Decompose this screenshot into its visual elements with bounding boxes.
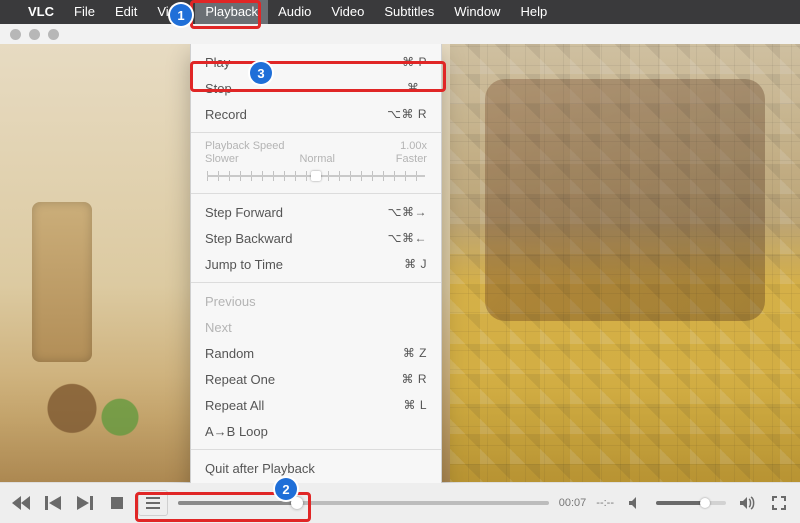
menu-label: Record [205,107,247,122]
time-total: --:-- [596,497,614,509]
fullscreen-button[interactable] [768,493,790,513]
traffic-close-icon[interactable] [10,29,21,40]
menu-label: Play [205,55,230,70]
menu-label: Repeat All [205,398,264,413]
speed-slower: Slower [205,153,239,165]
speed-normal: Normal [299,153,334,165]
menu-shortcut: ⌘ . [407,81,427,95]
menu-shortcut: ⌥⌘← [388,231,427,245]
next-track-button[interactable] [74,493,96,513]
menu-shortcut: ⌘ R [402,372,428,386]
menu-label: A→B Loop [205,424,268,439]
menu-separator [191,132,441,133]
menu-next: Next [191,314,441,340]
playback-speed: Playback Speed 1.00x Slower Normal Faste… [191,138,441,188]
menu-shortcut: ⌘ P [402,55,427,69]
annotation-badge-1: 1 [170,4,192,26]
menubar-item-subtitles[interactable]: Subtitles [374,0,444,24]
menu-label: Previous [205,294,256,309]
playlist-button[interactable] [138,490,168,516]
menubar-item-audio[interactable]: Audio [268,0,321,24]
menu-record[interactable]: Record ⌥⌘ R [191,101,441,127]
menu-label: Next [205,320,232,335]
menu-label: Stop [205,81,232,96]
menu-shortcut: ⌥⌘→ [388,205,427,219]
menu-jump-to-time[interactable]: Jump to Time ⌘ J [191,251,441,277]
playback-dropdown: Play ⌘ P Stop ⌘ . Record ⌥⌘ R Playback S… [190,44,442,483]
menubar-item-window[interactable]: Window [444,0,510,24]
menu-shortcut: ⌥⌘ R [387,107,427,121]
menu-random[interactable]: Random ⌘ Z [191,340,441,366]
menu-play[interactable]: Play ⌘ P [191,49,441,75]
menubar-item-playback[interactable]: Playback [195,0,268,24]
menu-label: Quit after Playback [205,461,315,476]
menubar-item-video[interactable]: Video [321,0,374,24]
stop-button[interactable] [106,493,128,513]
menu-repeat-all[interactable]: Repeat All ⌘ L [191,392,441,418]
pixelated-region [450,44,800,483]
menu-stop[interactable]: Stop ⌘ . [191,75,441,101]
player-controls: 00:07 --:-- [0,482,800,523]
video-area[interactable]: Play ⌘ P Stop ⌘ . Record ⌥⌘ R Playback S… [0,44,800,483]
menu-label: Random [205,346,254,361]
volume-high-icon[interactable] [736,493,758,513]
vlc-window: Play ⌘ P Stop ⌘ . Record ⌥⌘ R Playback S… [0,24,800,523]
time-elapsed: 00:07 [559,497,587,509]
menu-separator [191,282,441,283]
menu-ab-loop[interactable]: A→B Loop [191,418,441,444]
annotation-badge-3: 3 [250,62,272,84]
traffic-zoom-icon[interactable] [48,29,59,40]
seek-slider[interactable] [178,494,549,512]
menu-previous: Previous [191,288,441,314]
menu-separator [191,193,441,194]
speed-value: 1.00x [400,140,427,152]
rewind-button[interactable] [10,493,32,513]
traffic-minimize-icon[interactable] [29,29,40,40]
volume-low-icon[interactable] [624,493,646,513]
menu-quit-after-playback[interactable]: Quit after Playback [191,455,441,481]
speed-slider[interactable] [205,168,427,184]
speed-faster: Faster [396,153,427,165]
menu-shortcut: ⌘ L [403,398,427,412]
menu-label: Step Forward [205,205,283,220]
menu-label: Repeat One [205,372,275,387]
speed-title: Playback Speed [205,140,285,152]
menu-shortcut: ⌘ Z [403,346,427,360]
prev-track-button[interactable] [42,493,64,513]
annotation-badge-2: 2 [275,478,297,500]
menubar-item-edit[interactable]: Edit [105,0,147,24]
mac-menubar: VLC File Edit View Playback Audio Video … [0,0,800,24]
window-titlebar [0,24,800,45]
menu-separator [191,449,441,450]
menu-step-forward[interactable]: Step Forward ⌥⌘→ [191,199,441,225]
menu-step-backward[interactable]: Step Backward ⌥⌘← [191,225,441,251]
volume-slider[interactable] [656,494,726,512]
menu-repeat-one[interactable]: Repeat One ⌘ R [191,366,441,392]
menubar-item-app[interactable]: VLC [18,0,64,24]
menu-label: Jump to Time [205,257,283,272]
menubar-item-file[interactable]: File [64,0,105,24]
menubar-item-help[interactable]: Help [510,0,557,24]
menu-shortcut: ⌘ J [404,257,427,271]
menu-label: Step Backward [205,231,292,246]
